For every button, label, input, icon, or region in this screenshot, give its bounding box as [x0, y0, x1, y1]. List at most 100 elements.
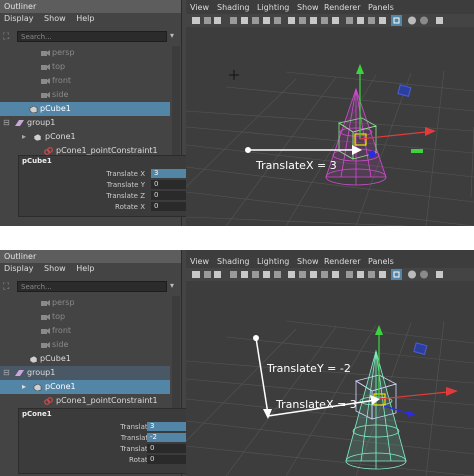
resolution-gate-icon	[241, 17, 248, 24]
viewport-menubar: View Shading Lighting Show Renderer Pane…	[186, 256, 474, 268]
menu-show[interactable]: Show	[44, 14, 66, 23]
outliner-search: ⛶ Search... ▾	[0, 280, 181, 294]
outliner-search: ⛶ Search... ▾	[0, 30, 181, 44]
shadows-icon	[332, 17, 339, 24]
channel-label: Translate X	[106, 170, 145, 178]
safe-action-icon	[274, 271, 281, 278]
viewport-panel[interactable]: View Shading Lighting Show Renderer Pane…	[186, 0, 474, 226]
channel-value-field[interactable]: 3	[147, 422, 187, 431]
channel-box: pCone1 Translate X 3 Translate Y -2 Tran…	[18, 408, 190, 474]
light-icon	[397, 84, 412, 97]
search-dropdown-icon[interactable]: ▾	[170, 281, 174, 290]
filter-icon[interactable]: ⛶	[3, 32, 13, 42]
outliner-list: persp top front side pCube1 ⊟ group1 ▸ p…	[0, 46, 170, 158]
channel-row-rotate-x[interactable]: Rotate X 0	[19, 202, 203, 212]
viewport-toolbar	[186, 14, 474, 27]
channel-row-rotate-x[interactable]: Rotate X 0	[19, 455, 189, 465]
channel-row-translate-x[interactable]: Translate X 3	[19, 169, 203, 179]
move-y-axis-icon	[375, 325, 383, 335]
xray-icon	[346, 17, 353, 24]
outliner-item-pcone1[interactable]: ▸ pCone1	[0, 380, 170, 394]
outliner-item-front[interactable]: front	[0, 74, 170, 88]
channel-row-translate-y[interactable]: Translate Y -2	[19, 433, 189, 443]
channel-row-translate-x[interactable]: Translate X 3	[19, 422, 189, 432]
channel-value-field[interactable]: 0	[147, 455, 187, 464]
collapse-icon[interactable]: ▸	[22, 380, 26, 394]
menu-display[interactable]: Display	[4, 264, 34, 273]
menu-renderer[interactable]: Renderer	[324, 2, 361, 14]
outliner-item-label: side	[52, 340, 69, 349]
collapse-icon[interactable]: ⊟	[3, 116, 10, 130]
channel-row-translate-y[interactable]: Translate Y 0	[19, 180, 203, 190]
menu-lighting[interactable]: Lighting	[257, 2, 289, 14]
outliner-scrollbar[interactable]	[172, 46, 180, 166]
grid-icon	[436, 271, 443, 278]
menu-help[interactable]: Help	[76, 264, 94, 273]
outliner-item-top[interactable]: top	[0, 310, 170, 324]
filter-icon[interactable]: ⛶	[3, 282, 13, 292]
outliner-item-pointconstraint[interactable]: pCone1_pointConstraint1	[0, 394, 170, 408]
viewport-panel[interactable]: View Shading Lighting Show Renderer Pane…	[186, 250, 474, 476]
menu-panels[interactable]: Panels	[368, 256, 394, 268]
menu-show[interactable]: Show	[297, 256, 319, 268]
search-input[interactable]: Search...	[17, 31, 167, 42]
outliner-item-persp[interactable]: persp	[0, 46, 170, 60]
menu-shading[interactable]: Shading	[217, 256, 250, 268]
camera-icon	[41, 300, 50, 306]
menu-show[interactable]: Show	[44, 264, 66, 273]
menu-lighting[interactable]: Lighting	[257, 256, 289, 268]
light-shading-icon	[420, 16, 428, 25]
outliner-item-label: persp	[52, 48, 75, 57]
menu-help[interactable]: Help	[76, 14, 94, 23]
collapse-icon[interactable]: ⊟	[3, 366, 10, 380]
channel-value-field[interactable]: -2	[147, 433, 187, 442]
menu-renderer[interactable]: Renderer	[324, 256, 361, 268]
search-input[interactable]: Search...	[17, 281, 167, 292]
outliner-item-front[interactable]: front	[0, 324, 170, 338]
viewport-scene[interactable]	[186, 281, 474, 476]
outliner-item-top[interactable]: top	[0, 60, 170, 74]
outliner-item-group1[interactable]: ⊟ group1	[0, 116, 170, 130]
channel-value-field[interactable]: 0	[147, 444, 187, 453]
outliner-item-pcube1[interactable]: pCube1	[0, 352, 170, 366]
mesh-icon	[29, 105, 38, 113]
search-dropdown-icon[interactable]: ▾	[170, 31, 174, 40]
shadows-icon	[332, 271, 339, 278]
outliner-item-group1[interactable]: ⊟ group1	[0, 366, 170, 380]
menu-panels[interactable]: Panels	[368, 2, 394, 14]
channel-row-translate-z[interactable]: Translate Z 0	[19, 444, 189, 454]
menu-show[interactable]: Show	[297, 2, 319, 14]
outliner-item-pcube1[interactable]: pCube1	[0, 102, 170, 116]
outliner-item-side[interactable]: side	[0, 88, 170, 102]
channel-box-node-name: pCone1	[22, 410, 52, 418]
channel-label: Translate Y	[106, 181, 145, 189]
film-gate-icon	[252, 17, 259, 24]
plane-handle-icon	[411, 149, 423, 153]
cube-shading-icon	[391, 15, 402, 26]
isolate-icon	[357, 271, 364, 278]
outliner-item-label: group1	[27, 118, 56, 127]
camera-icon	[41, 314, 50, 320]
mesh-icon	[33, 133, 42, 141]
viewport-scene[interactable]	[186, 27, 474, 226]
menu-display[interactable]: Display	[4, 14, 34, 23]
group-icon	[15, 370, 24, 376]
image-plane-icon	[214, 17, 221, 24]
camera-icon	[41, 78, 50, 84]
menu-shading[interactable]: Shading	[217, 2, 250, 14]
textured-icon	[310, 17, 317, 24]
image-plane-icon	[214, 271, 221, 278]
outliner-item-pcone1[interactable]: ▸ pCone1	[0, 130, 170, 144]
outliner-scrollbar[interactable]	[172, 296, 180, 416]
outliner-item-label: top	[52, 312, 66, 321]
outliner-item-label: pCone1	[45, 382, 76, 391]
outliner-item-persp[interactable]: persp	[0, 296, 170, 310]
outliner-item-side[interactable]: side	[0, 338, 170, 352]
menu-view[interactable]: View	[190, 256, 209, 268]
collapse-icon[interactable]: ▸	[22, 130, 26, 144]
menu-view[interactable]: View	[190, 2, 209, 14]
bookmark-tool-icon	[204, 17, 211, 24]
channel-row-translate-z[interactable]: Translate Z 0	[19, 191, 203, 201]
outliner-title: Outliner	[0, 0, 181, 13]
move-x-axis-icon	[446, 387, 458, 396]
